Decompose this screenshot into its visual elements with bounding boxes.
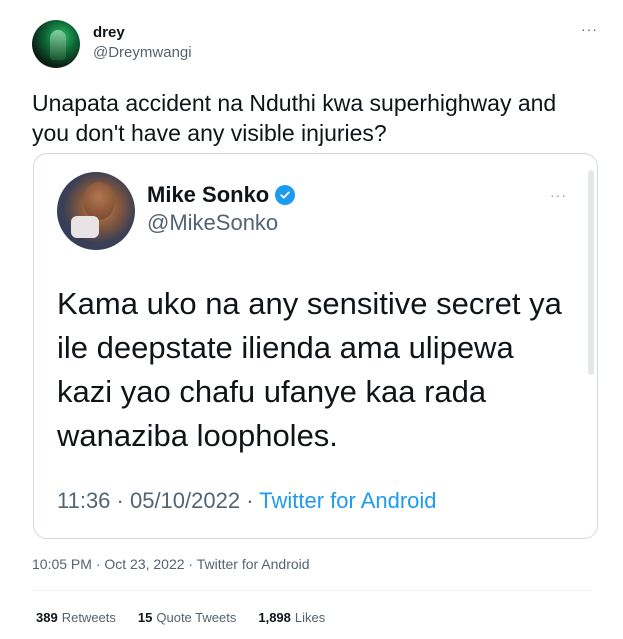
quote-tweets-count: 15 — [137, 610, 153, 625]
author-display-name[interactable]: drey — [93, 24, 125, 41]
quoted-author-avatar[interactable] — [57, 172, 135, 250]
quoted-more-options-icon[interactable]: ··· — [550, 188, 567, 202]
tweet-timestamp[interactable]: 10:05 PM · Oct 23, 2022 · Twitter for An… — [32, 556, 310, 572]
quoted-tweet-text: Kama uko na any sensitive secret ya ile … — [57, 286, 562, 453]
retweets-stat[interactable]: 389 Retweets — [36, 610, 116, 625]
tweet-text: Unapata accident na Nduthi kwa superhigh… — [32, 90, 557, 146]
verified-badge-icon — [275, 185, 296, 205]
avatar-head — [83, 182, 115, 220]
quote-tweets-stat[interactable]: 15 Quote Tweets — [138, 610, 236, 625]
likes-stat[interactable]: 1,898 Likes — [258, 610, 325, 625]
author-avatar[interactable] — [32, 20, 80, 68]
likes-count: 1,898 — [258, 610, 291, 625]
scrollbar[interactable] — [588, 170, 594, 375]
quoted-tweet[interactable]: Mike Sonko @MikeSonko ··· Kama uko na an… — [33, 153, 598, 539]
avatar-detail — [71, 216, 99, 238]
quoted-display-name[interactable]: Mike Sonko — [147, 182, 269, 208]
more-options-icon[interactable]: ··· — [581, 22, 598, 36]
likes-label: Likes — [294, 610, 326, 625]
retweets-count: 389 — [36, 610, 58, 625]
quoted-timestamp[interactable]: 11:36 · 05/10/2022 · — [57, 488, 259, 513]
quoted-tweet-meta: 11:36 · 05/10/2022 · Twitter for Android — [57, 488, 437, 514]
avatar-figure — [50, 30, 66, 60]
divider — [32, 590, 592, 591]
engagement-stats: 389 Retweets 15 Quote Tweets 1,898 Likes — [36, 610, 325, 625]
quoted-handle[interactable]: @MikeSonko — [147, 210, 278, 236]
quoted-name-row: Mike Sonko — [147, 182, 296, 208]
author-handle[interactable]: @Dreymwangi — [93, 44, 192, 61]
quote-tweets-label: Quote Tweets — [156, 610, 237, 625]
tweet: drey @Dreymwangi ··· Unapata accident na… — [0, 0, 623, 639]
quoted-source-link[interactable]: Twitter for Android — [259, 488, 436, 513]
retweets-label: Retweets — [61, 610, 116, 625]
